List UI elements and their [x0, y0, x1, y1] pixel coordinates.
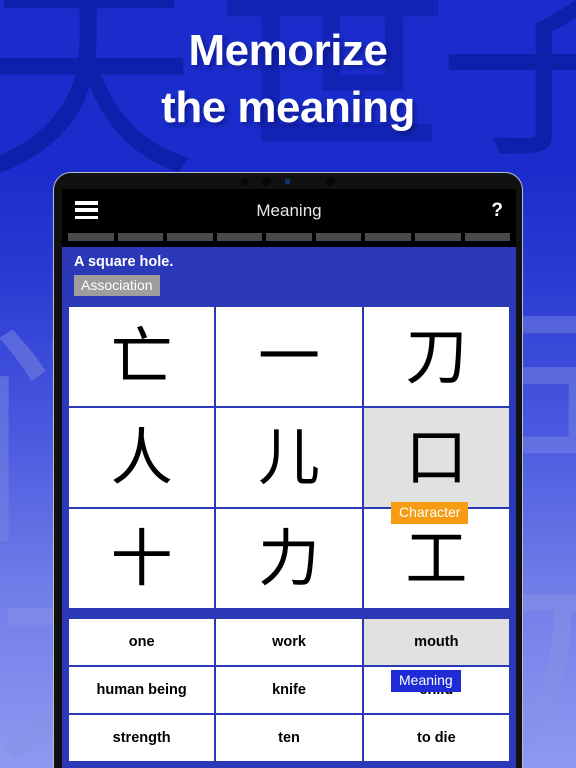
- character-glyph: 人: [110, 420, 173, 494]
- character-glyph: 力: [257, 521, 320, 595]
- character-cell[interactable]: 工: [363, 509, 509, 609]
- device-top-bezel: [54, 173, 522, 189]
- progress-segment: [414, 233, 461, 241]
- prompt-text: A square hole.: [74, 254, 174, 270]
- meaning-cell[interactable]: one: [69, 619, 215, 666]
- character-cell[interactable]: 一: [216, 307, 362, 407]
- meaning-label: to die: [416, 730, 456, 747]
- character-glyph: 十: [110, 521, 173, 595]
- device-frame: Meaning ? A square hole. Association 亡 一…: [53, 172, 523, 768]
- character-cell-selected[interactable]: 口: [363, 408, 509, 508]
- speaker-dot-icon: [326, 176, 335, 186]
- meaning-cell[interactable]: work: [216, 619, 362, 666]
- progress-segment: [68, 233, 114, 241]
- promo-headline-line1: Memorize: [188, 26, 388, 75]
- character-cell[interactable]: 儿: [216, 408, 362, 508]
- app-screen: Meaning ? A square hole. Association 亡 一…: [62, 189, 516, 768]
- progress-segment: [266, 233, 312, 241]
- progress-segment: [365, 233, 411, 241]
- character-glyph: 一: [257, 319, 320, 393]
- meaning-label: work: [272, 634, 306, 651]
- character-cell[interactable]: 十: [69, 509, 215, 609]
- meaning-label: human being: [96, 682, 187, 699]
- character-glyph: 儿: [257, 420, 320, 494]
- app-bar: Meaning ?: [62, 189, 516, 233]
- progress-segment: [117, 233, 164, 241]
- sensor-icon: [285, 178, 290, 184]
- promo-screenshot: 天 世 子 门 可 力 刀 Memorize the meaning Meani…: [0, 0, 576, 768]
- app-bar-title: Meaning: [256, 201, 322, 220]
- character-cell[interactable]: 亡: [69, 307, 215, 407]
- meaning-label: knife: [272, 682, 306, 699]
- meaning-grid: one work mouth human being knife child s…: [67, 617, 511, 764]
- character-grid: 亡 一 刀 人 儿 口 十 力 工 Character: [67, 305, 511, 611]
- promo-headline: Memorize the meaning: [0, 22, 576, 136]
- camera-lens-icon: [262, 176, 271, 186]
- meaning-label: strength: [112, 730, 171, 747]
- character-glyph: 亡: [110, 319, 173, 393]
- meaning-cell-selected[interactable]: mouth: [363, 619, 509, 666]
- character-cell[interactable]: 人: [69, 408, 215, 508]
- help-icon[interactable]: ?: [491, 189, 503, 233]
- association-badge: Association: [74, 275, 160, 297]
- character-glyph: 刀: [405, 319, 468, 393]
- progress-segment: [167, 233, 213, 241]
- progress-segment: [464, 233, 511, 241]
- meaning-cell[interactable]: knife: [216, 667, 362, 714]
- character-glyph: 口: [405, 420, 468, 494]
- character-cell[interactable]: 刀: [363, 307, 509, 407]
- character-cell[interactable]: 力: [216, 509, 362, 609]
- meaning-label: mouth: [414, 634, 459, 651]
- meaning-cell[interactable]: strength: [69, 715, 215, 762]
- quiz-body: 亡 一 刀 人 儿 口 十 力 工 Character one work mou…: [62, 305, 516, 768]
- meaning-cell[interactable]: ten: [216, 715, 362, 762]
- camera-dot-icon: [241, 177, 248, 185]
- meaning-label: ten: [278, 730, 300, 747]
- character-callout-badge: Character: [391, 502, 469, 524]
- prompt-panel: A square hole. Association: [62, 247, 516, 306]
- progress-segment: [315, 233, 362, 241]
- meaning-label: one: [128, 634, 155, 651]
- character-glyph: 工: [405, 521, 468, 595]
- progress-segment: [216, 233, 263, 241]
- promo-headline-line2: the meaning: [161, 83, 415, 133]
- meaning-cell[interactable]: to die: [363, 715, 509, 762]
- progress-bar: [62, 233, 516, 247]
- meaning-cell[interactable]: human being: [69, 667, 215, 714]
- meaning-callout-badge: Meaning: [391, 670, 461, 692]
